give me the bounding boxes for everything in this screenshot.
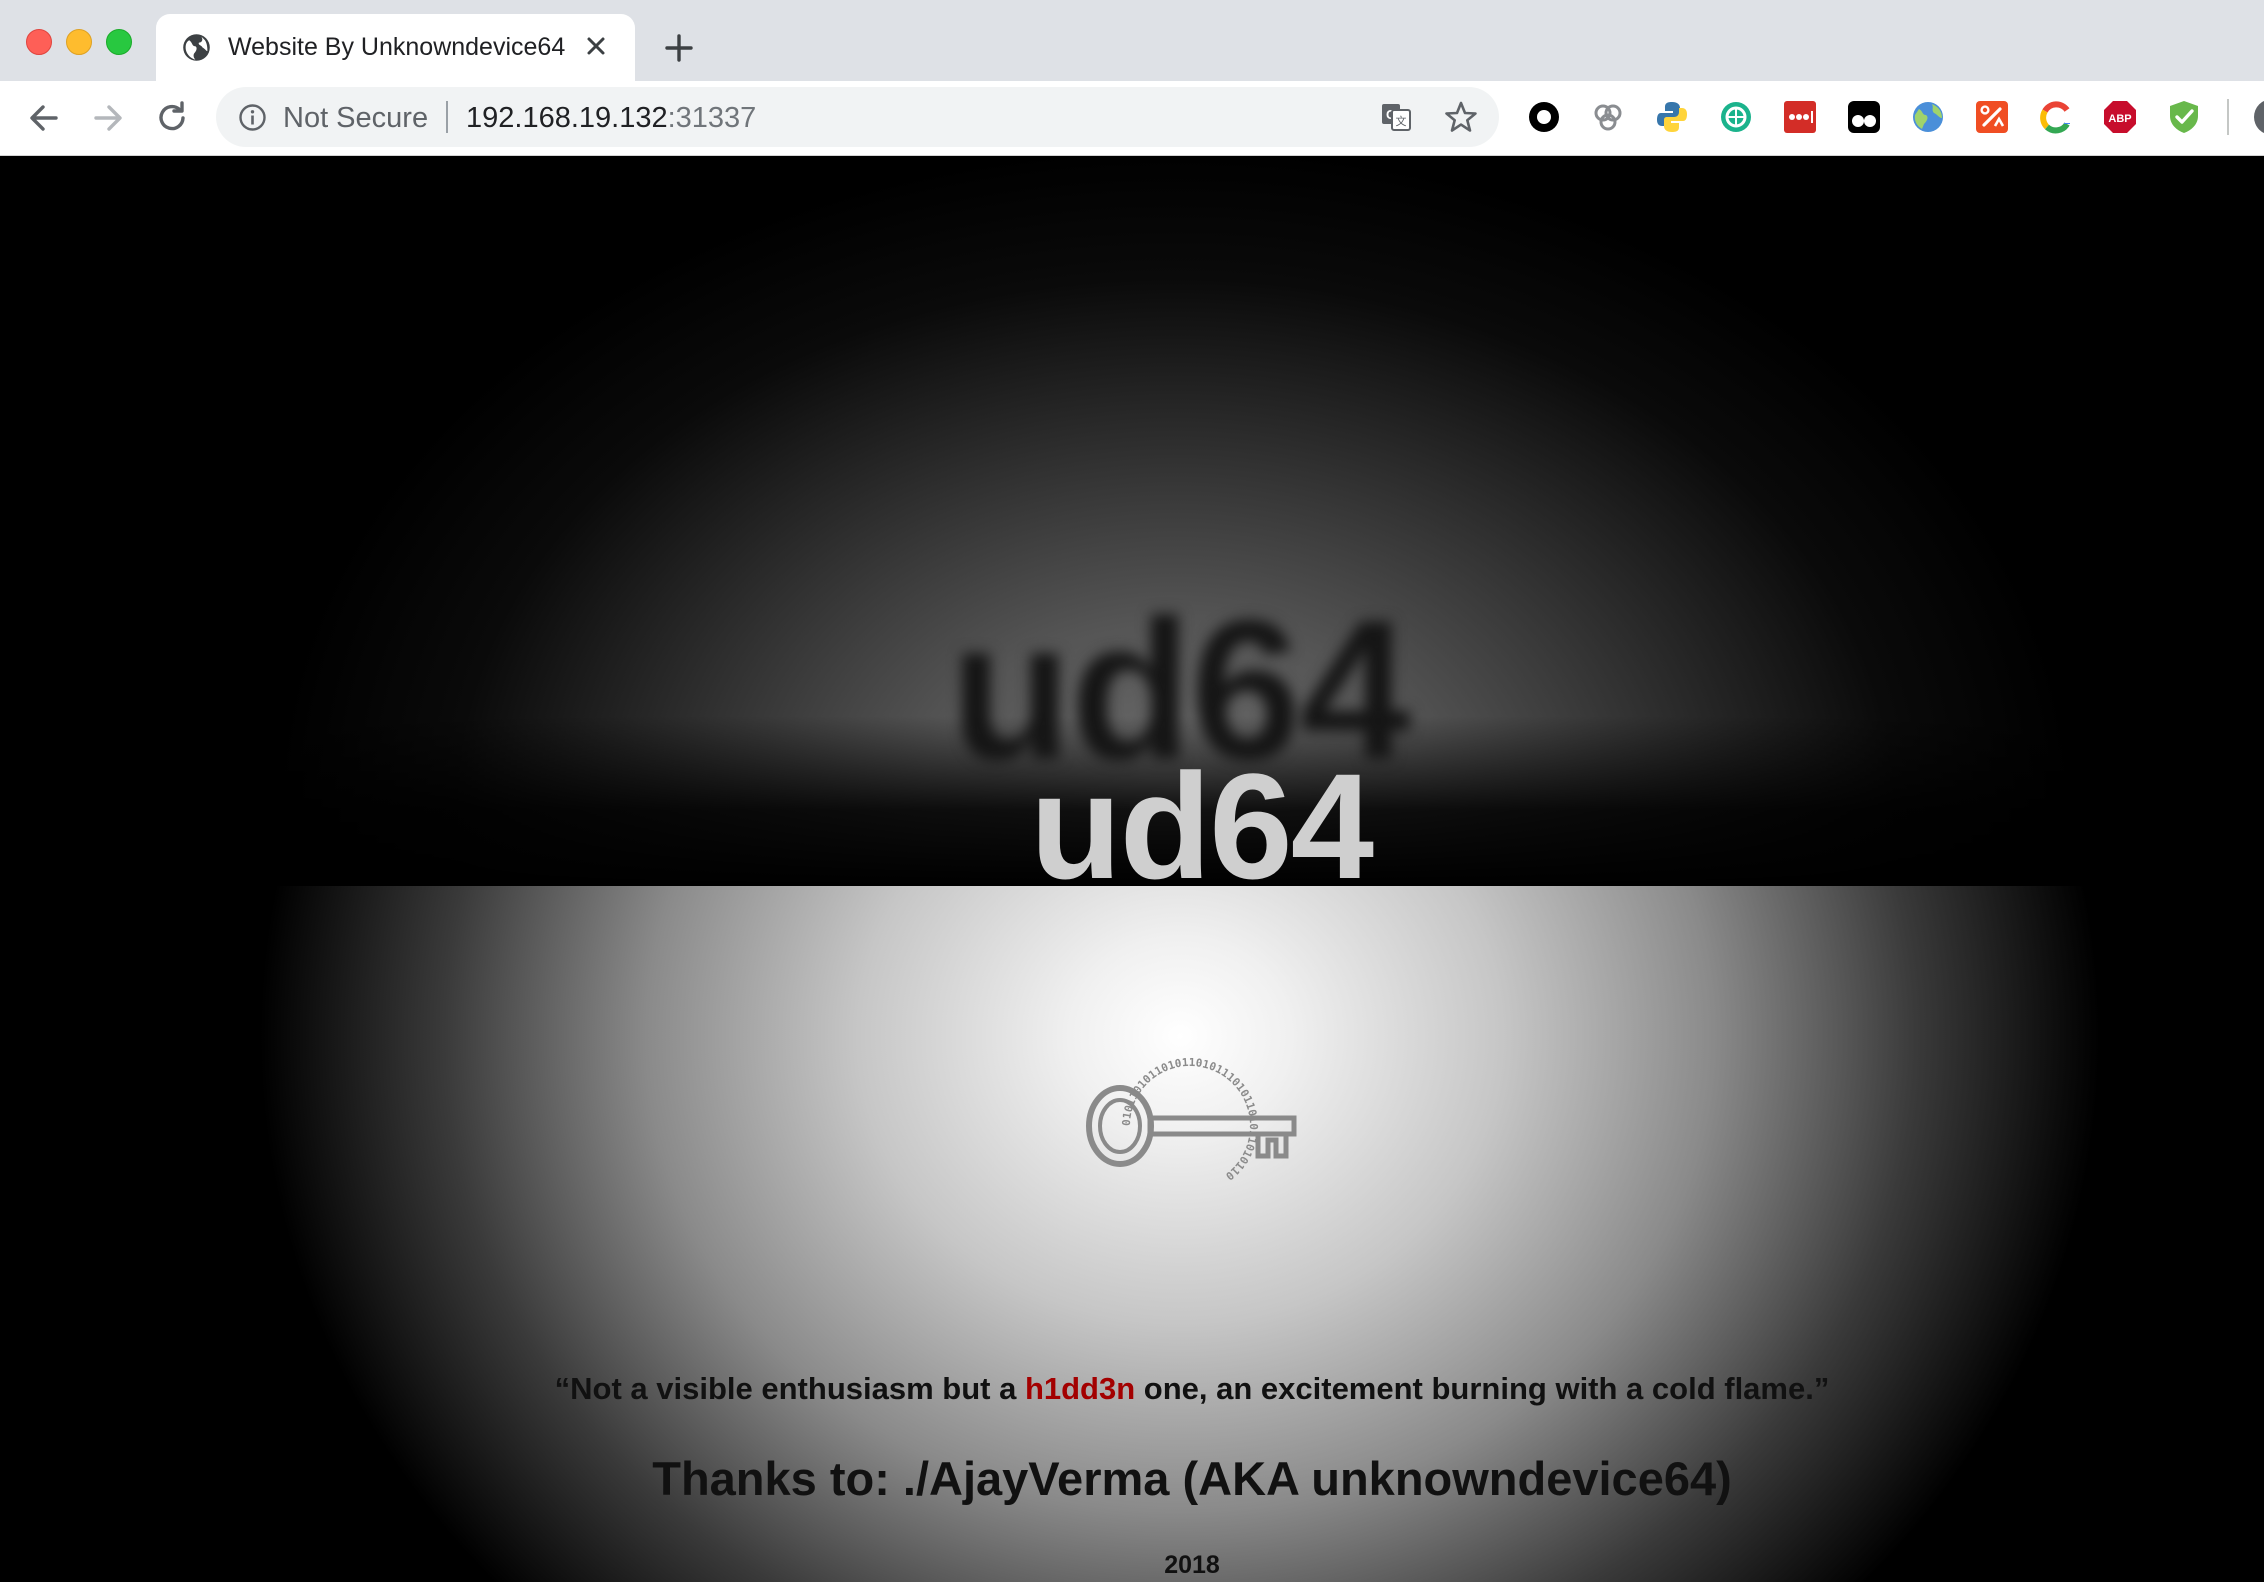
forward-arrow-icon[interactable] [88,98,128,138]
binary-key-icon: 0101101011010110101110101101011010110 [1086,1056,1297,1183]
quote-end: one, an excitement burning with a cold f… [1135,1371,1830,1406]
quote-start: “Not a visible enthusiasm but a [554,1371,1025,1406]
link-extension-icon[interactable] [1590,99,1626,135]
tab-close-icon[interactable] [580,30,612,62]
tab-strip: Website By Unknowndevice64 [0,0,2264,81]
window-close-button[interactable] [26,29,52,55]
reload-icon[interactable] [152,98,192,138]
green-globe-extension-icon[interactable] [1718,99,1754,135]
page-title: ud64 [1030,742,1374,910]
back-arrow-icon[interactable] [24,98,64,138]
url-text[interactable]: 192.168.19.132:31337 [466,102,756,135]
web-page: ud64 ud64 010110101101011010111010110101… [0,156,2264,1582]
hidden-quote: “Not a visible enthusiasm but a h1dd3n o… [0,1371,2264,1407]
quote-highlight: h1dd3n [1024,1371,1136,1406]
globe-icon [183,34,210,61]
svg-text:文: 文 [1396,114,1407,128]
window-maximize-button[interactable] [106,29,132,55]
translate-icon[interactable]: G 文 [1380,101,1412,133]
lastpass-extension-icon[interactable] [1782,99,1818,135]
security-status-label[interactable]: Not Secure [283,102,428,135]
address-separator [446,101,448,133]
percent-extension-icon[interactable] [1974,99,2010,135]
new-tab-icon[interactable] [661,30,697,66]
browser-toolbar: Not Secure 192.168.19.132:31337 G 文 [0,81,2264,156]
tab-title: Website By Unknowndevice64 [228,33,566,61]
adblock-plus-extension-icon[interactable]: ABP [2102,99,2138,135]
url-host: 192.168.19.132 [466,102,668,134]
copyright-year: 2018 [1164,1551,1220,1579]
ring-extension-icon[interactable] [1526,99,1562,135]
info-icon[interactable] [238,103,267,132]
globe-extension-icon[interactable] [1910,99,1946,135]
window-minimize-button[interactable] [66,29,92,55]
browser-tab[interactable]: Website By Unknowndevice64 [156,14,635,81]
svg-text:ABP: ABP [2108,113,2131,125]
python-extension-icon[interactable] [1654,99,1690,135]
colorful-c-extension-icon[interactable] [2038,99,2074,135]
profile-avatar[interactable] [2254,99,2264,135]
shield-check-extension-icon[interactable] [2166,99,2202,135]
bookmark-star-icon[interactable] [1444,100,1478,134]
address-bar[interactable]: Not Secure 192.168.19.132:31337 G 文 [216,87,1499,147]
toolbar-separator [2227,99,2229,135]
url-port: :31337 [667,102,757,134]
tampermonkey-extension-icon[interactable] [1846,99,1882,135]
credits-heading: Thanks to: ./AjayVerma (AKA unknowndevic… [652,1452,1732,1505]
